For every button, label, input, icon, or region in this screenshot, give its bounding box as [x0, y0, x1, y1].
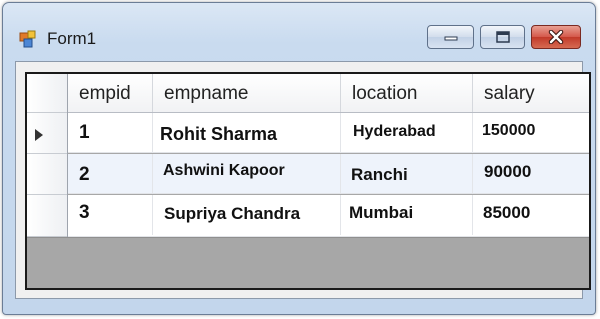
cell-location[interactable]: Hyderabad	[341, 113, 473, 153]
form-app-icon	[19, 30, 36, 48]
close-icon	[548, 30, 564, 44]
cell-empid[interactable]: 2	[68, 154, 153, 194]
table-row[interactable]: 1 Rohit Sharma Hyderabad 150000	[68, 113, 589, 153]
cell-salary[interactable]: 85000	[473, 195, 589, 235]
top-left-header-cell[interactable]	[27, 74, 67, 113]
cell-salary[interactable]: 150000	[473, 113, 589, 153]
minimize-button[interactable]	[427, 25, 474, 49]
column-header-salary[interactable]: salary	[473, 74, 589, 112]
table-row[interactable]: 2 Ashwini Kapoor Ranchi 90000	[68, 154, 589, 194]
row-header-1[interactable]	[27, 113, 67, 154]
table-row[interactable]: 3 Supriya Chandra Mumbai 85000	[68, 195, 589, 237]
form-window: Form1 empid empname location salary 1 Ro…	[2, 2, 596, 315]
cell-empname[interactable]: Ashwini Kapoor	[153, 154, 341, 194]
row-header-2[interactable]	[27, 154, 67, 195]
row-header-column	[27, 74, 68, 237]
cell-empid[interactable]: 1	[68, 113, 153, 153]
row-pointer-icon	[35, 129, 43, 141]
column-header-empid[interactable]: empid	[68, 74, 153, 112]
cell-empid[interactable]: 3	[68, 195, 153, 235]
grid-empty-area[interactable]	[27, 237, 589, 288]
column-header-row: empid empname location salary	[27, 74, 589, 113]
maximize-icon	[495, 31, 510, 43]
cell-location[interactable]: Mumbai	[341, 195, 473, 235]
form-client-area: empid empname location salary 1 Rohit Sh…	[15, 61, 591, 299]
window-title: Form1	[47, 29, 97, 48]
column-header-empname[interactable]: empname	[153, 74, 341, 112]
row-header-3[interactable]	[27, 195, 67, 237]
minimize-icon	[444, 36, 457, 41]
cell-empname[interactable]: Rohit Sharma	[153, 113, 341, 153]
cell-empname[interactable]: Supriya Chandra	[153, 195, 341, 235]
title-bar[interactable]: Form1	[3, 3, 595, 55]
maximize-button[interactable]	[480, 25, 525, 49]
cell-location[interactable]: Ranchi	[341, 154, 473, 194]
close-button[interactable]	[531, 25, 581, 49]
column-header-location[interactable]: location	[341, 74, 473, 112]
cell-salary[interactable]: 90000	[473, 154, 589, 194]
data-grid-view[interactable]: empid empname location salary 1 Rohit Sh…	[25, 72, 591, 290]
